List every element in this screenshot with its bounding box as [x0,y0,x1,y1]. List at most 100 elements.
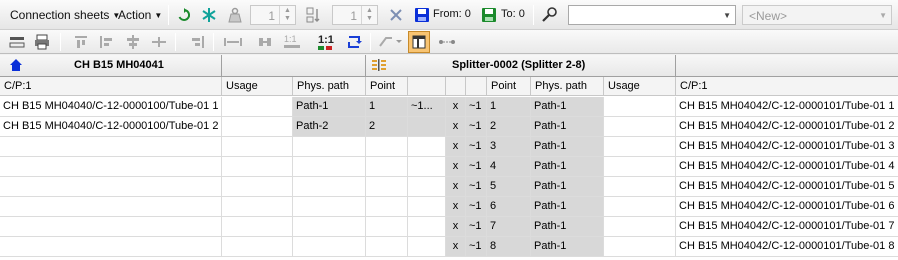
right-point-cell[interactable]: 6 [487,197,531,217]
new-item-combobox[interactable]: <New> ▼ [742,5,892,25]
left-extra-cell[interactable] [408,177,446,197]
left-point-cell[interactable]: 2 [366,117,408,137]
left-point-cell[interactable] [366,137,408,157]
align-left-icon[interactable] [98,34,116,50]
snowflake-icon[interactable] [201,7,217,23]
refresh-icon[interactable] [177,8,191,22]
numbering-icon[interactable]: 1:1 [316,32,338,52]
left-point-cell[interactable] [366,197,408,217]
right-phys-cell[interactable]: Path-1 [531,217,604,237]
sheet-number-stepper[interactable]: 1 ▲ ▼ [250,5,296,25]
right-cp-cell[interactable]: CH B15 MH04042/C-12-0000101/Tube-01 6 [676,197,898,217]
right-cp-cell[interactable]: CH B15 MH04042/C-12-0000101/Tube-01 1 [676,97,898,117]
left-cp-cell[interactable] [0,217,222,237]
swap-icon[interactable] [345,33,363,51]
collapse-icon[interactable] [8,34,26,50]
right-point-cell[interactable]: 8 [487,237,531,257]
left-phys-cell[interactable]: Path-2 [293,117,366,137]
right-phys-cell[interactable]: Path-1 [531,117,604,137]
left-point-cell[interactable] [366,237,408,257]
right-usage-cell[interactable] [604,117,676,137]
right-cp-cell[interactable]: CH B15 MH04042/C-12-0000101/Tube-01 8 [676,237,898,257]
right-usage-cell[interactable] [604,217,676,237]
x-cell[interactable]: x [446,177,466,197]
left-point-cell[interactable] [366,157,408,177]
join-icon[interactable] [256,34,274,50]
align-right-icon[interactable] [188,34,206,50]
left-point-cell[interactable]: 1 [366,97,408,117]
tilde-cell[interactable]: ~1 [466,157,487,177]
left-cp-cell[interactable] [0,157,222,177]
right-phys-cell[interactable]: Path-1 [531,157,604,177]
left-cp-cell[interactable] [0,197,222,217]
left-extra-cell[interactable] [408,237,446,257]
right-point-cell[interactable]: 4 [487,157,531,177]
left-extra-cell[interactable]: ~1... [408,97,446,117]
column-header-right-phys[interactable]: Phys. path [531,77,604,96]
align-top-icon[interactable] [72,34,90,50]
right-cp-cell[interactable]: CH B15 MH04042/C-12-0000101/Tube-01 4 [676,157,898,177]
left-usage-cell[interactable] [222,197,293,217]
chevron-up-icon[interactable]: ▲ [284,7,291,15]
search-icon[interactable] [541,6,559,24]
x-cell[interactable]: x [446,217,466,237]
left-extra-cell[interactable] [408,157,446,177]
right-point-cell[interactable]: 5 [487,177,531,197]
right-usage-cell[interactable] [604,177,676,197]
distribute-icon[interactable] [150,34,168,50]
action-menu[interactable]: Action ▼ [114,6,166,24]
left-phys-cell[interactable] [293,177,366,197]
connection-sheets-menu[interactable]: Connection sheets ▼ [6,6,124,24]
left-usage-cell[interactable] [222,237,293,257]
chevron-down-icon[interactable]: ▼ [284,15,291,23]
left-phys-cell[interactable] [293,137,366,157]
left-usage-cell[interactable] [222,177,293,197]
x-cell[interactable]: x [446,97,466,117]
right-phys-cell[interactable]: Path-1 [531,177,604,197]
left-phys-cell[interactable] [293,217,366,237]
left-extra-cell[interactable] [408,137,446,157]
right-phys-cell[interactable]: Path-1 [531,137,604,157]
format-icon[interactable] [378,34,404,50]
right-phys-cell[interactable]: Path-1 [531,237,604,257]
column-header-left-phys[interactable]: Phys. path [293,77,366,96]
from-save-icon[interactable] [414,7,430,23]
column-header-blank[interactable] [408,77,446,96]
right-usage-cell[interactable] [604,157,676,177]
right-usage-cell[interactable] [604,137,676,157]
column-header-right-cp[interactable]: C/P:1 [676,77,898,96]
left-usage-cell[interactable] [222,117,293,137]
left-cp-cell[interactable] [0,237,222,257]
left-usage-cell[interactable] [222,157,293,177]
to-save-icon[interactable] [481,7,497,23]
right-phys-cell[interactable]: Path-1 [531,197,604,217]
connector-icon[interactable] [438,36,456,48]
tilde-cell[interactable]: ~1 [466,237,487,257]
tilde-cell[interactable]: ~1 [466,97,487,117]
right-point-cell[interactable]: 1 [487,97,531,117]
chevron-down-icon[interactable]: ▼ [879,11,887,20]
left-cp-cell[interactable] [0,137,222,157]
spread-icon[interactable] [222,34,244,50]
left-usage-cell[interactable] [222,217,293,237]
stepper-arrows[interactable]: ▲ ▼ [361,6,377,24]
level-icon[interactable] [305,6,323,24]
align-center-icon[interactable] [124,34,142,50]
left-cp-cell[interactable]: CH B15 MH04040/C-12-0000100/Tube-01 1 [0,97,222,117]
clear-icon[interactable] [388,7,404,23]
left-cp-cell[interactable]: CH B15 MH04040/C-12-0000100/Tube-01 2 [0,117,222,137]
left-extra-cell[interactable] [408,217,446,237]
search-combobox[interactable]: ▼ [568,5,736,25]
right-cp-cell[interactable]: CH B15 MH04042/C-12-0000101/Tube-01 3 [676,137,898,157]
splitter-header[interactable]: Splitter-0002 (Splitter 2-8) [366,55,676,77]
right-usage-cell[interactable] [604,97,676,117]
x-cell[interactable]: x [446,157,466,177]
left-phys-cell[interactable] [293,197,366,217]
x-cell[interactable]: x [446,117,466,137]
stepper-arrows[interactable]: ▲ ▼ [279,6,295,24]
left-cable-header[interactable]: CH B15 MH04041 [0,55,222,77]
column-header-left-point[interactable]: Point [366,77,408,96]
weight-icon[interactable] [226,6,244,24]
right-point-cell[interactable]: 7 [487,217,531,237]
chevron-up-icon[interactable]: ▲ [366,7,373,15]
